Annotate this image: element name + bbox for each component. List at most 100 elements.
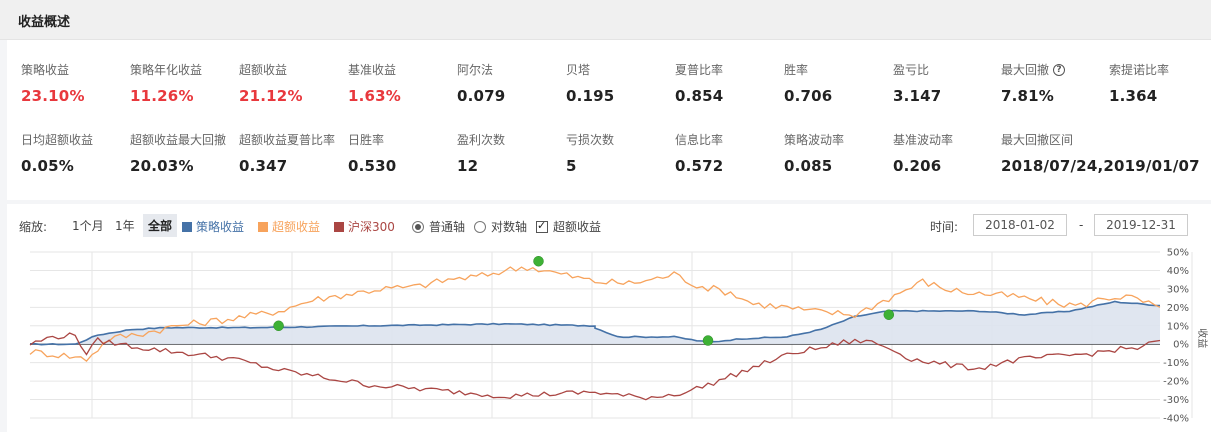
stat-label: 超额收益夏普比率	[239, 133, 336, 147]
stat-value: 0.195	[566, 87, 615, 105]
stat-label: 贝塔	[566, 61, 614, 78]
y-tick-label: 0%	[1173, 340, 1189, 351]
stat-value: 0.706	[784, 87, 833, 105]
excess-return-checkbox[interactable]: 超额收益	[536, 218, 601, 235]
stat-row2-3: 日胜率 0.530	[348, 131, 396, 175]
stat-label: 策略收益	[21, 61, 85, 78]
stat-3: 基准收益 1.63%	[348, 61, 401, 105]
stat-label: 策略波动率	[784, 133, 845, 147]
stat-value: 11.26%	[130, 87, 194, 105]
log-axis-radio[interactable]: 对数轴	[474, 218, 527, 235]
legend-strategy[interactable]: 策略收益	[182, 218, 244, 235]
stat-label: 超额收益最大回撤	[130, 133, 227, 147]
stat-label: 日胜率	[348, 133, 385, 147]
stat-label: 盈利次数	[457, 133, 506, 147]
excess-checkbox-label: 超额收益	[553, 220, 602, 234]
stat-row2-8: 基准波动率 0.206	[893, 131, 953, 175]
stat-label-text: 夏普比率	[675, 63, 724, 77]
stat-2: 超额收益 21.12%	[239, 61, 303, 105]
legend-benchmark-label: 沪深300	[348, 220, 395, 234]
stat-label: 基准波动率	[893, 133, 954, 147]
stat-value: 20.03%	[130, 157, 194, 175]
stat-row2-2: 超额收益夏普比率 0.347	[239, 131, 335, 175]
stat-label: 基准收益	[348, 61, 401, 78]
stat-row2-4: 盈利次数 12	[457, 131, 505, 175]
legend-swatch-excess	[258, 221, 268, 232]
returns-chart[interactable]: 50% 40% 30% 20% 10% 0% -10% -20% -30% -40% 收益	[7, 244, 1211, 432]
trade-marker	[533, 255, 544, 267]
y-tick-label: -30%	[1163, 395, 1189, 406]
legend-benchmark[interactable]: 沪深300	[334, 218, 395, 235]
stat-label-text: 盈亏比	[893, 63, 930, 77]
stat-value: 23.10%	[21, 87, 85, 105]
stat-7: 胜率 0.706	[784, 61, 832, 105]
summary-title: 收益概述	[18, 15, 71, 30]
stat-label-text: 阿尔法	[457, 63, 494, 77]
stat-9: 最大回撤? 7.81%	[1001, 61, 1066, 105]
stat-8: 盈亏比 3.147	[893, 61, 941, 105]
y-tick-label: 20%	[1167, 303, 1189, 314]
legend-excess[interactable]: 超额收益	[258, 218, 320, 235]
stat-row2-6: 信息比率 0.572	[675, 131, 723, 175]
y-axis-title: 收益	[1196, 328, 1209, 348]
stat-label: 超额收益	[239, 61, 303, 78]
stat-value: 0.206	[893, 157, 942, 175]
y-axis-ticks: 50% 40% 30% 20% 10% 0% -10% -20% -30% -40%	[1163, 248, 1189, 425]
stat-4: 阿尔法 0.079	[457, 61, 505, 105]
start-date-input[interactable]: 2018-01-02	[973, 214, 1067, 236]
stat-value: 2018/07/24,2019/01/07	[1001, 157, 1200, 175]
legend-swatch-benchmark	[334, 221, 344, 232]
stat-value: 0.854	[675, 87, 724, 105]
normal-axis-label: 普通轴	[429, 220, 466, 234]
y-tick-label: 50%	[1167, 248, 1189, 259]
stat-row2-7: 策略波动率 0.085	[784, 131, 844, 175]
stat-label-text: 超额收益	[239, 63, 288, 77]
trade-marker	[702, 335, 714, 346]
stat-label-text: 策略年化收益	[130, 63, 203, 77]
y-tick-label: -20%	[1163, 377, 1189, 388]
zoom-1-year-button[interactable]: 1年	[110, 214, 140, 237]
stat-row2-5: 亏损次数 5	[566, 131, 614, 175]
stat-label-text: 策略收益	[21, 63, 70, 77]
stat-label: 策略年化收益	[130, 61, 202, 78]
stat-label: 夏普比率	[675, 61, 723, 78]
stat-value: 5	[566, 157, 577, 175]
stat-label: 日均超额收益	[21, 133, 94, 147]
stat-value: 0.05%	[21, 157, 75, 175]
stat-label: 盈亏比	[893, 61, 941, 78]
chart-panel: 缩放: 1个月 1年 全部 策略收益 超额收益 沪深300 普通轴 对数轴 超额…	[7, 204, 1211, 432]
stat-value: 0.347	[239, 157, 288, 175]
stat-value: 0.530	[348, 157, 397, 175]
time-label: 时间:	[930, 220, 959, 234]
legend-excess-label: 超额收益	[272, 220, 321, 234]
log-axis-label: 对数轴	[491, 220, 528, 234]
normal-axis-radio[interactable]: 普通轴	[412, 218, 465, 235]
date-separator: -	[1079, 218, 1084, 232]
radio-on-icon	[412, 220, 424, 233]
legend-swatch-strategy	[182, 221, 192, 232]
checkbox-checked-icon	[536, 219, 548, 233]
stat-label-text: 基准收益	[348, 63, 397, 77]
trade-marker	[273, 320, 284, 332]
stat-label: 索提诺比率	[1109, 61, 1169, 78]
zoom-1-month-button[interactable]: 1个月	[67, 214, 109, 237]
end-date-input[interactable]: 2019-12-31	[1094, 214, 1188, 236]
stat-value: 0.079	[457, 87, 506, 105]
stat-row2-0: 日均超额收益 0.05%	[21, 131, 93, 175]
stat-label: 信息比率	[675, 133, 724, 147]
chart-toolbar: 缩放: 1个月 1年 全部 策略收益 超额收益 沪深300 普通轴 对数轴 超额…	[7, 204, 1211, 244]
stat-row2-1: 超额收益最大回撤 20.03%	[130, 131, 226, 175]
legend-strategy-label: 策略收益	[196, 220, 245, 234]
stat-label-text: 贝塔	[566, 63, 591, 77]
stat-row2-9: 最大回撤区间 2018/07/24,2019/01/07	[1001, 131, 1200, 175]
stat-value: 0.085	[784, 157, 833, 175]
stat-value: 21.12%	[239, 87, 303, 105]
question-circle-icon[interactable]: ?	[1053, 63, 1066, 76]
summary-header: 收益概述	[0, 0, 1211, 40]
y-tick-label: 40%	[1167, 266, 1189, 277]
stat-label: 亏损次数	[566, 133, 615, 147]
zoom-all-button[interactable]: 全部	[143, 214, 178, 237]
stat-5: 贝塔 0.195	[566, 61, 614, 105]
stat-value: 1.364	[1109, 87, 1158, 105]
stats-panel: 策略收益 23.10% 策略年化收益 11.26% 超额收益 21.12% 基准收益 1.63…	[7, 40, 1211, 200]
